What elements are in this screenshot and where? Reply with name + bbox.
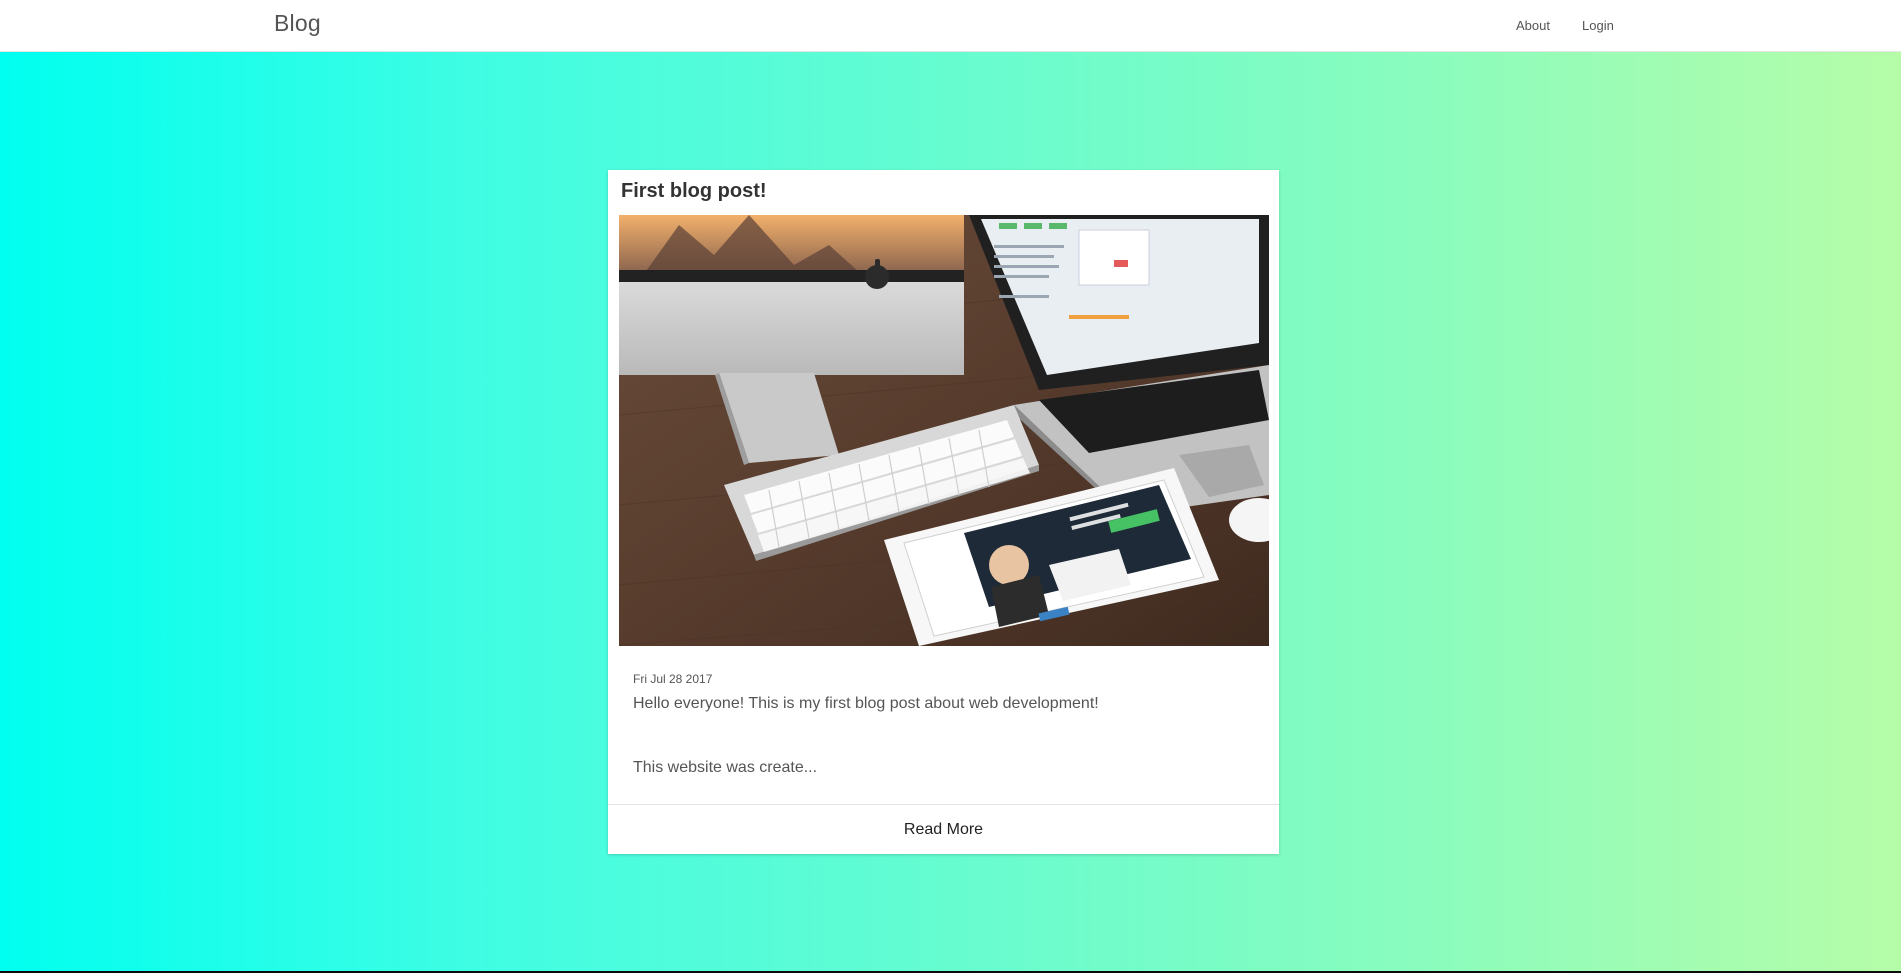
read-more-button[interactable]: Read More — [608, 805, 1279, 854]
nav-link-login[interactable]: Login — [1582, 18, 1614, 33]
brand-link[interactable]: Blog — [274, 10, 321, 37]
nav-link-about[interactable]: About — [1516, 18, 1550, 33]
navbar: Blog About Login — [0, 0, 1901, 52]
post-image — [619, 215, 1269, 646]
post-title: First blog post! — [621, 180, 767, 202]
page-background: Blog About Login First blog post! Fri Ju… — [0, 0, 1901, 971]
blog-post-card: First blog post! Fri Jul 28 2017 Hello e… — [608, 170, 1279, 854]
post-date: Fri Jul 28 2017 — [633, 672, 713, 686]
post-excerpt-line-1: Hello everyone! This is my first blog po… — [633, 695, 1099, 712]
post-excerpt-line-2: This website was create... — [633, 759, 818, 776]
